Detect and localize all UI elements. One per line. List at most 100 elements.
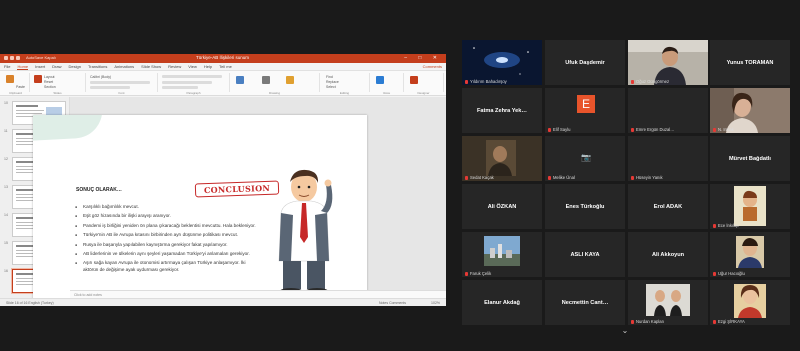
ribbon-command-section[interactable]: Section [44,85,56,89]
ribbon-tab-insert[interactable]: Insert [35,64,45,69]
shapes-icon[interactable] [236,76,244,84]
ribbon-command-paste[interactable]: Paste [16,85,25,89]
ribbon-command-select[interactable]: Select [326,85,336,89]
participant-tile[interactable]: Nurdan Kaplan [628,280,708,325]
participant-tile[interactable]: Faruk Çelik [462,232,542,277]
participant-name: Nurdan Kaplan [636,319,664,324]
participant-tile[interactable]: Ali Akkoyun [628,232,708,277]
participant-label: Oğuz Güngörmez [631,79,669,84]
muted-mic-icon [465,271,468,276]
participant-tile[interactable]: 📷 Melike Ünal [545,136,625,181]
microphone-icon[interactable] [376,76,384,84]
participant-tile[interactable]: Mürvet Bağdatlı [710,136,790,181]
ribbon-tab-slide-show[interactable]: Slide Show [141,64,161,69]
slide-decoration [33,115,104,142]
slide-bullet: Eşit göz hizasında bir ilişki arayışı ar… [75,213,261,219]
new-slide-icon[interactable] [34,75,42,83]
autosave-toggle[interactable]: AutoSave Kapalı [26,55,56,60]
slide-heading: SONUÇ OLARAK… [76,187,122,193]
ribbon-command-replace[interactable]: Replace [326,80,339,84]
ribbon-tab-transitions[interactable]: Transitions [88,64,107,69]
participant-tile[interactable]: N. Irmak [710,88,790,133]
participant-tile[interactable]: Oğuz Güngörmez [628,40,708,85]
muted-mic-icon [631,79,634,84]
comments-button[interactable]: Comments [423,64,442,69]
participant-tile[interactable]: Fatma Zehra Yek… [462,88,542,133]
participant-tile[interactable]: Erol ADAK [628,184,708,229]
status-left: Slide 16 of 16 English (Turkey) [6,301,54,305]
muted-mic-icon [631,319,634,324]
ribbon-group-label: Drawing [268,91,280,95]
participant-tile[interactable]: Enes Türkoğlu [545,184,625,229]
participant-name: Yıldırım Bahadırşoy [470,79,507,84]
participant-tile[interactable]: Uğur Hacıoğlu [710,232,790,277]
participant-tile[interactable]: Elanur Akdağ [462,280,542,325]
participant-tile[interactable]: Ali ÖZKAN [462,184,542,229]
participant-name: Emre Ergün Duzal… [636,127,675,132]
ribbon-tab-animations[interactable]: Animations [114,64,134,69]
design-ideas-icon[interactable] [410,76,418,84]
participant-tile[interactable]: Hüseyin Yanık [628,136,708,181]
participant-tile[interactable]: Sedat Kaçak [462,136,542,181]
chevron-down-icon[interactable]: ⌄ [617,326,633,336]
ribbon-tab-view[interactable]: View [188,64,197,69]
ribbon-control[interactable] [162,81,212,84]
ribbon-control[interactable] [90,81,150,84]
muted-mic-icon [713,127,716,132]
ribbon-control[interactable] [162,86,198,89]
ribbon-control[interactable] [162,75,222,78]
current-slide[interactable]: SONUÇ OLARAK… CONCLUSION Karşılıklı bağı… [33,115,367,303]
participant-tile[interactable]: Necmettin Cant… [545,280,625,325]
participant-name: Yunus TORAMAN [726,59,774,66]
participant-tile[interactable]: E Elif Saylu [545,88,625,133]
participant-name: Ali Akkoyun [651,251,685,258]
slide-bullet: Karşılıklı bağımlılık mevcut. [75,204,261,210]
participant-label: Nurdan Kaplan [631,319,664,324]
participant-name: Uğur Hacıoğlu [718,271,745,276]
participant-tile[interactable]: ASLI KAYA [545,232,625,277]
participant-tile[interactable]: Yıldırım Bahadırşoy [462,40,542,85]
ribbon-control[interactable] [90,86,130,89]
notes-pane[interactable]: Click to add notes [70,290,446,298]
ribbon-command-layout[interactable]: Layout [44,75,55,79]
participant-tile[interactable]: Emre Ergün Duzal… [628,88,708,133]
ribbon-tab-file[interactable]: File [4,64,10,69]
participant-name: Erol ADAK [653,203,683,210]
participant-tile[interactable]: Ufuk Daşdemir [545,40,625,85]
zoom-level[interactable]: 102% [431,301,440,305]
ribbon-command-find[interactable]: Find [326,75,333,79]
slide-thumbnail-number: 14 [4,213,8,217]
slide-bullet: Rusya ile başarıyla yapılabilen kaynıştı… [75,242,261,248]
ribbon-tab-tell-me[interactable]: Tell me [219,64,232,69]
slide-bullet: Aşırı sağa kayan Avrupa ile otonomisi ar… [75,260,261,272]
participant-tile[interactable]: Yunus TORAMAN [710,40,790,85]
ribbon-command-calibri-body-[interactable]: Calibri (Body) [90,75,111,79]
window-controls[interactable]: – □ ✕ [404,55,442,61]
status-right[interactable]: Notes Comments [379,301,406,305]
participant-tile[interactable]: Ece İnkılap [710,184,790,229]
ribbon-toolbar: Clipboard Slides Font Paragraph Drawing Editi… [0,71,446,96]
quick-access-icons[interactable] [4,56,20,60]
participant-name: Ufuk Daşdemir [565,59,605,66]
arrange-icon[interactable] [262,76,270,84]
participant-name: Ece İnkılap [718,223,739,228]
participant-tile[interactable]: Ezgi ŞİRKAYA [710,280,790,325]
bullet-list: Karşılıklı bağımlılık mevcut. Eşit göz hi… [75,204,261,276]
ribbon-group-label: Designer [417,91,430,95]
ribbon-command-reset[interactable]: Reset [44,80,53,84]
slide-thumbnail-number: 16 [4,269,8,273]
ribbon-tab-review[interactable]: Review [168,64,181,69]
ribbon-tab-help[interactable]: Help [204,64,212,69]
quick-styles-icon[interactable] [286,76,294,84]
participant-label: Ezgi ŞİRKAYA [713,319,745,324]
paste-icon[interactable] [6,75,14,83]
participant-initial-avatar: E [577,95,595,113]
participant-label: Hüseyin Yanık [631,175,663,180]
document-title: Türkiye-AB İlişkileri sunum [196,55,250,60]
participant-label: Sedat Kaçak [465,175,494,180]
zoom-meeting-window: AutoSave Kapalı Türkiye-AB İlişkileri su… [0,0,800,351]
ribbon-tab-home[interactable]: Home [17,64,29,70]
ribbon-tab-design[interactable]: Design [68,64,80,69]
ribbon-tab-draw[interactable]: Draw [52,64,61,69]
muted-mic-icon [548,175,551,180]
